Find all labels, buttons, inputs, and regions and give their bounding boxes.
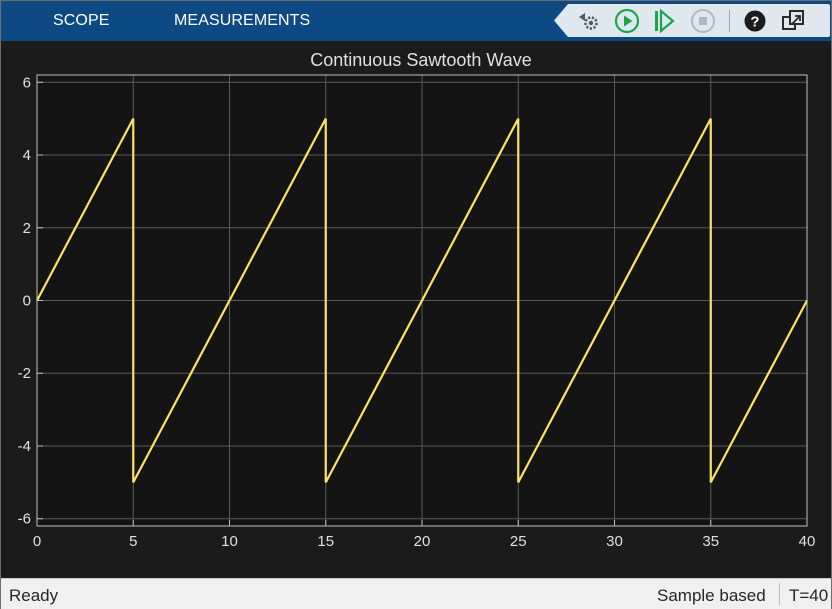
- undock-button[interactable]: [780, 8, 806, 34]
- y-tick-label: 4: [23, 147, 31, 164]
- tab-measurements[interactable]: MEASUREMENTS: [174, 12, 310, 30]
- y-tick-label: -6: [18, 511, 31, 528]
- step-forward-icon: [655, 8, 675, 34]
- chart-title: Continuous Sawtooth Wave: [310, 50, 531, 70]
- status-time: T=40: [789, 586, 829, 605]
- plot-area: 0 5 10 15 20 25 30 35 40 -6 -4 -2 0 2 4 6 Continuous Sa…: [1, 41, 831, 577]
- y-tick-label: -4: [18, 438, 31, 455]
- x-tick-label: 40: [799, 533, 816, 550]
- scope-window: SCOPE MEASUREMENTS ? 0 5 10 15 20 25 30 …: [0, 0, 832, 609]
- y-tick-label: 0: [23, 293, 31, 310]
- stop-icon: [691, 9, 715, 33]
- undock-icon: [782, 10, 804, 30]
- x-tick-label: 15: [317, 533, 334, 550]
- x-tick-label: 35: [702, 533, 719, 550]
- step-forward-button[interactable]: [651, 8, 677, 34]
- run-button[interactable]: [614, 8, 640, 34]
- status-ready: Ready: [9, 586, 59, 605]
- toolbar-separator: [729, 10, 730, 32]
- y-tick-label: 6: [23, 74, 31, 91]
- y-tick-label: -2: [18, 365, 31, 382]
- toolstrip: SCOPE MEASUREMENTS ?: [1, 1, 831, 41]
- settings-icon: [579, 13, 598, 30]
- status-bar: Ready Sample based T=40: [1, 578, 831, 609]
- quick-access-toolbar: ?: [554, 4, 830, 37]
- svg-text:?: ?: [750, 14, 759, 31]
- status-mode: Sample based: [657, 586, 766, 605]
- x-tick-label: 10: [221, 533, 238, 550]
- x-tick-label: 25: [510, 533, 527, 550]
- tab-scope[interactable]: SCOPE: [53, 12, 110, 30]
- help-icon: ?: [744, 10, 766, 32]
- y-tick-label: 2: [23, 220, 31, 237]
- x-tick-label: 0: [33, 533, 41, 550]
- help-button[interactable]: ?: [742, 8, 768, 34]
- stop-button[interactable]: [690, 8, 716, 34]
- status-separator: [779, 583, 780, 605]
- x-tick-label: 30: [606, 533, 623, 550]
- x-tick-label: 5: [129, 533, 137, 550]
- run-icon: [614, 8, 640, 34]
- sawtooth-chart[interactable]: 0 5 10 15 20 25 30 35 40 -6 -4 -2 0 2 4 6 Continuous Sa…: [1, 41, 831, 577]
- settings-button[interactable]: [575, 8, 601, 34]
- x-tick-label: 20: [414, 533, 431, 550]
